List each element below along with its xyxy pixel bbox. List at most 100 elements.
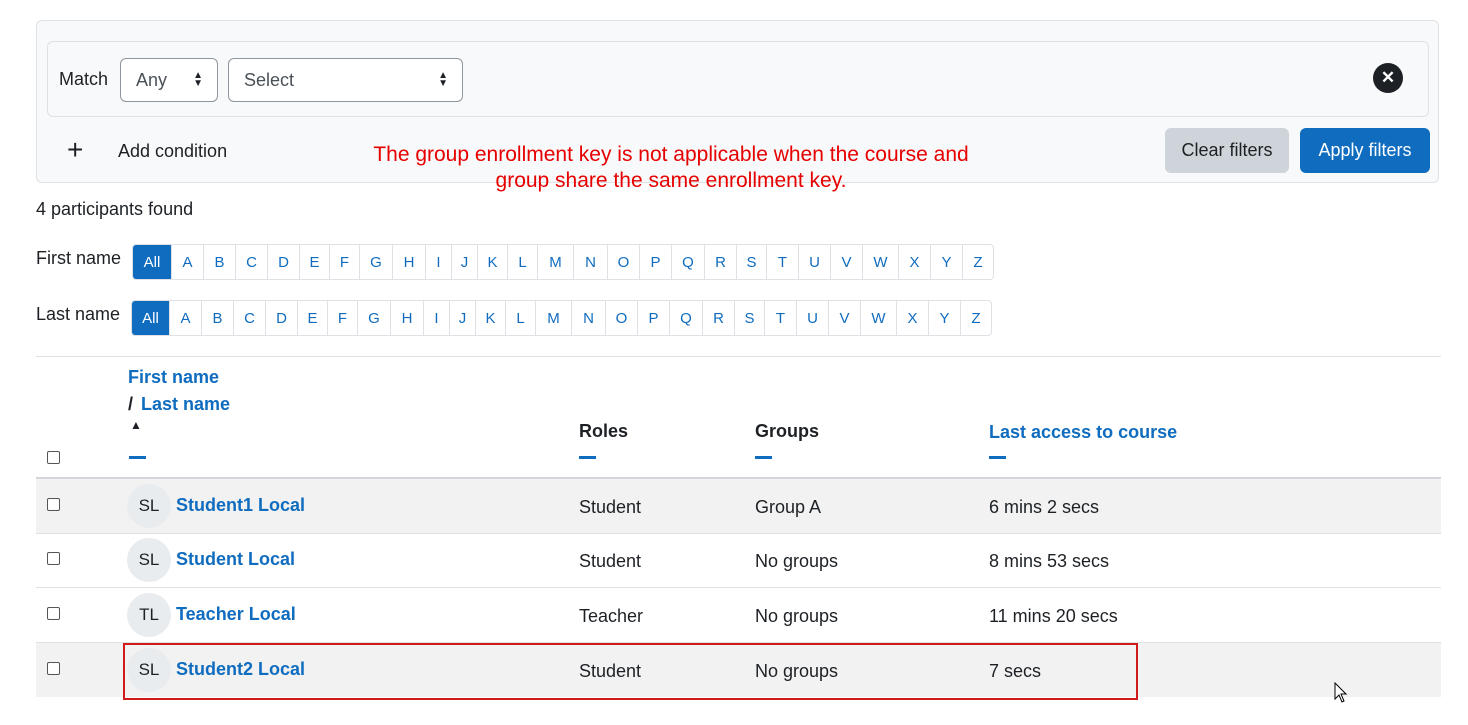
initial-t-button[interactable]: T — [766, 245, 798, 279]
initial-r-button[interactable]: R — [704, 245, 736, 279]
remove-condition-close-icon[interactable]: ✕ — [1373, 63, 1403, 93]
clear-filters-button[interactable]: Clear filters — [1165, 128, 1289, 173]
initial-z-button[interactable]: Z — [960, 301, 991, 335]
sort-asc-icon: ▲ — [130, 418, 142, 432]
initial-g-button[interactable]: G — [359, 245, 392, 279]
initial-s-button[interactable]: S — [736, 245, 766, 279]
initial-t-button[interactable]: T — [764, 301, 796, 335]
participant-name-link[interactable]: Teacher Local — [176, 604, 296, 625]
initial-y-button[interactable]: Y — [928, 301, 960, 335]
initial-e-button[interactable]: E — [299, 245, 329, 279]
table-row: TL Teacher Local Teacher No groups 11 mins 2… — [36, 588, 1441, 642]
initial-n-button[interactable]: N — [571, 301, 605, 335]
initial-h-button[interactable]: H — [390, 301, 423, 335]
initial-r-button[interactable]: R — [702, 301, 734, 335]
initial-w-button[interactable]: W — [860, 301, 896, 335]
add-condition-button[interactable]: Add condition — [118, 141, 227, 162]
table-top-divider — [36, 356, 1441, 357]
hide-column-icon[interactable] — [129, 456, 146, 459]
initial-v-button[interactable]: V — [830, 245, 862, 279]
last-name-initials-bar: All A B C D E F G H I J K L M N O P Q R S T U V W X Y Z — [131, 300, 992, 336]
plus-icon[interactable]: + — [67, 136, 83, 164]
row-checkbox[interactable] — [47, 498, 60, 511]
initial-m-button[interactable]: M — [537, 245, 573, 279]
initial-h-button[interactable]: H — [392, 245, 425, 279]
match-select[interactable]: Any ▲ ▼ — [120, 58, 218, 102]
initial-o-button[interactable]: O — [607, 245, 639, 279]
initial-w-button[interactable]: W — [862, 245, 898, 279]
initial-j-button[interactable]: J — [451, 245, 477, 279]
initial-k-button[interactable]: K — [475, 301, 505, 335]
initial-i-button[interactable]: I — [423, 301, 449, 335]
initial-c-button[interactable]: C — [235, 245, 267, 279]
last-access-cell: 8 mins 53 secs — [989, 551, 1110, 571]
participant-name-link[interactable]: Student Local — [176, 549, 295, 570]
initial-b-button[interactable]: B — [201, 301, 233, 335]
select-caret-icon: ▲ ▼ — [193, 70, 203, 89]
sort-first-name-link[interactable]: First name — [128, 367, 219, 388]
initial-s-button[interactable]: S — [734, 301, 764, 335]
row-divider — [36, 587, 1441, 588]
initial-p-button[interactable]: P — [637, 301, 669, 335]
table-row: SL Student1 Local Student Group A 6 mins 2 s… — [36, 479, 1441, 533]
initial-a-button[interactable]: A — [169, 301, 201, 335]
row-checkbox[interactable] — [47, 662, 60, 675]
row-checkbox[interactable] — [47, 607, 60, 620]
avatar: TL — [127, 593, 171, 637]
role-cell: Student — [579, 497, 642, 517]
initial-all-button[interactable]: All — [132, 301, 169, 335]
hide-column-icon[interactable] — [755, 456, 772, 459]
groups-cell: Group A — [755, 497, 822, 517]
initial-l-button[interactable]: L — [505, 301, 535, 335]
header-groups: Groups — [755, 421, 820, 441]
initial-x-button[interactable]: X — [898, 245, 930, 279]
initial-j-button[interactable]: J — [449, 301, 475, 335]
initial-f-button[interactable]: F — [329, 245, 359, 279]
initial-n-button[interactable]: N — [573, 245, 607, 279]
initial-d-button[interactable]: D — [265, 301, 297, 335]
initial-c-button[interactable]: C — [233, 301, 265, 335]
mouse-cursor-icon — [1334, 682, 1348, 703]
initial-p-button[interactable]: P — [639, 245, 671, 279]
initial-u-button[interactable]: U — [796, 301, 828, 335]
avatar-initials: SL — [138, 496, 160, 515]
initial-all-button[interactable]: All — [133, 245, 171, 279]
initial-q-button[interactable]: Q — [671, 245, 704, 279]
initial-e-button[interactable]: E — [297, 301, 327, 335]
initial-d-button[interactable]: D — [267, 245, 299, 279]
initial-o-button[interactable]: O — [605, 301, 637, 335]
initial-b-button[interactable]: B — [203, 245, 235, 279]
row-divider — [36, 533, 1441, 534]
initial-f-button[interactable]: F — [327, 301, 357, 335]
initial-g-button[interactable]: G — [357, 301, 390, 335]
initial-v-button[interactable]: V — [828, 301, 860, 335]
last-access-cell: 11 mins 20 secs — [989, 606, 1118, 626]
participants-count: 4 participants found — [36, 199, 194, 219]
sort-last-name-link[interactable]: Last name — [141, 394, 230, 415]
role-cell: Student — [579, 551, 642, 571]
initial-x-button[interactable]: X — [896, 301, 928, 335]
last-access-cell: 6 mins 2 secs — [989, 497, 1100, 517]
initial-q-button[interactable]: Q — [669, 301, 702, 335]
initial-k-button[interactable]: K — [477, 245, 507, 279]
hide-column-icon[interactable] — [989, 456, 1006, 459]
condition-type-select[interactable]: Select ▲ ▼ — [228, 58, 463, 102]
initial-i-button[interactable]: I — [425, 245, 451, 279]
row-checkbox[interactable] — [47, 552, 60, 565]
header-slash: / — [128, 394, 134, 414]
initial-l-button[interactable]: L — [507, 245, 537, 279]
initial-z-button[interactable]: Z — [962, 245, 993, 279]
first-name-initials-bar: All A B C D E F G H I J K L M N O P Q R S T U V W X Y Z — [132, 244, 994, 280]
annotation-line-2: group share the same enrollment key. — [495, 169, 847, 192]
highlight-box — [123, 643, 1138, 700]
initial-a-button[interactable]: A — [171, 245, 203, 279]
participant-name-link[interactable]: Student1 Local — [176, 495, 305, 516]
initial-u-button[interactable]: U — [798, 245, 830, 279]
sort-last-access-link[interactable]: Last access to course — [989, 422, 1177, 443]
initial-y-button[interactable]: Y — [930, 245, 962, 279]
hide-column-icon[interactable] — [579, 456, 596, 459]
select-all-checkbox[interactable] — [47, 451, 60, 464]
initial-m-button[interactable]: M — [535, 301, 571, 335]
apply-filters-button[interactable]: Apply filters — [1300, 128, 1430, 173]
condition-select-value: Select — [244, 69, 295, 90]
